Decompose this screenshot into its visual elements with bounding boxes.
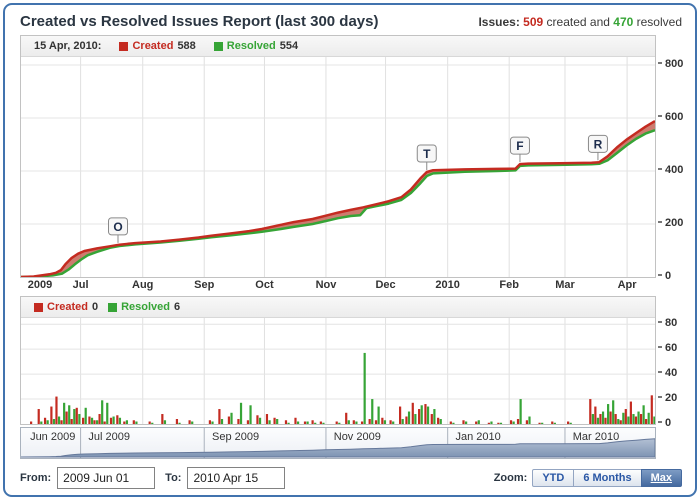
cumulative-legend: 15 Apr, 2010: Created 588 Resolved 554 (21, 36, 655, 57)
x-tick-label: Nov (315, 279, 337, 291)
x-tick-label: Feb (499, 279, 519, 291)
navigator-label: Mar 2010 (573, 431, 619, 443)
report-frame: Created vs Resolved Issues Report (last … (3, 3, 697, 497)
flag-T[interactable]: T (416, 144, 437, 171)
report-title: Created vs Resolved Issues Report (last … (20, 13, 379, 30)
daily-chart-box: Created 0 Resolved 6 (20, 296, 656, 425)
x-tick-label: Apr (617, 279, 637, 291)
flag-O[interactable]: O (108, 217, 129, 243)
resolved-legend-value: 6 (174, 301, 181, 313)
to-date-input[interactable] (187, 467, 286, 489)
svg-text:R: R (594, 137, 603, 151)
navigator-label: Sep 2009 (212, 431, 259, 443)
daily-plot[interactable] (21, 318, 655, 424)
flag-F[interactable]: F (509, 136, 530, 163)
issues-label: Issues: (478, 15, 520, 29)
resolved-swatch-icon (108, 302, 118, 312)
legend-date: 15 Apr, 2010: (34, 40, 102, 52)
zoom-controls: Zoom: YTD 6 Months Max (494, 469, 682, 487)
x-tick-label: Oct (255, 279, 274, 291)
issues-resolved-suffix: resolved (636, 15, 682, 29)
date-range-controls: From: To: (20, 467, 295, 489)
created-legend-label: Created (47, 301, 88, 313)
svg-text:O: O (113, 220, 122, 234)
x-tick-label: Sep (194, 279, 215, 291)
resolved-line (21, 129, 655, 277)
created-legend-label: Created (132, 40, 174, 52)
navigator-svg[interactable]: Jun 2009 Jul 2009 Sep 2009 Nov 2009 Jan 2010… (21, 428, 655, 458)
created-swatch-icon (34, 302, 43, 312)
report-header: Created vs Resolved Issues Report (last … (14, 11, 686, 35)
x-tick-label: Mar (555, 279, 575, 291)
y-tick-label: 200 (658, 217, 683, 229)
issues-created-count: 509 (523, 15, 544, 29)
cumulative-x-axis: 2009 Jul Aug Sep Oct Nov Dec 2010 Feb Mar Apr (20, 278, 656, 294)
y-tick-label: 0 (658, 417, 671, 429)
cumulative-chart-svg[interactable]: O T F R (21, 57, 655, 277)
navigator-label: Jun 2009 (30, 431, 75, 443)
navigator-label: Jan 2010 (455, 431, 500, 443)
created-swatch-icon (119, 41, 129, 51)
svg-text:F: F (516, 139, 523, 153)
x-tick-label: 2010 (435, 279, 460, 291)
from-label: From: (20, 472, 52, 484)
between-area (21, 121, 655, 277)
x-tick-label: Jul (72, 279, 89, 291)
from-date-input[interactable] (57, 467, 156, 489)
created-line (21, 120, 655, 277)
y-tick-label: 800 (658, 58, 683, 70)
footer-controls: From: To: Zoom: YTD 6 Months Max (20, 467, 684, 489)
issues-summary: Issues: 509 created and 470 resolved (478, 15, 682, 29)
y-tick-label: 60 (658, 342, 677, 354)
y-tick-label: 600 (658, 111, 683, 123)
x-tick-label: 2009 (27, 279, 53, 291)
resolved-legend-label: Resolved (121, 301, 171, 313)
resolved-swatch-icon (213, 41, 223, 51)
daily-chart-section: Created 0 Resolved 6 0 20 40 60 80 (20, 296, 686, 429)
created-legend-value: 588 (177, 40, 196, 52)
daily-bars (30, 352, 655, 424)
navigator-label: Nov 2009 (334, 431, 381, 443)
zoom-6months-button[interactable]: 6 Months (573, 469, 642, 487)
y-tick-label: 20 (658, 392, 677, 404)
cumulative-plot[interactable]: O T F R (21, 57, 655, 277)
cumulative-chart-section: 15 Apr, 2010: Created 588 Resolved 554 O… (20, 35, 686, 282)
daily-chart-svg[interactable] (21, 318, 655, 424)
y-tick-label: 0 (658, 270, 671, 282)
resolved-legend-value: 554 (279, 40, 299, 52)
cumulative-y-axis: 0 200 400 600 800 (658, 35, 700, 282)
x-tick-label: Dec (375, 279, 396, 291)
zoom-label: Zoom: (493, 472, 528, 484)
cumulative-chart-box: 15 Apr, 2010: Created 588 Resolved 554 O… (20, 35, 656, 278)
y-tick-label: 40 (658, 367, 677, 379)
y-tick-label: 80 (658, 317, 677, 329)
daily-legend: Created 0 Resolved 6 (21, 297, 655, 318)
y-tick-label: 400 (658, 164, 683, 176)
issues-created-suffix: created and (546, 15, 610, 29)
svg-text:T: T (423, 147, 431, 161)
issues-resolved-count: 470 (613, 15, 634, 29)
range-navigator[interactable]: Jun 2009 Jul 2009 Sep 2009 Nov 2009 Jan 2010… (20, 427, 656, 459)
created-legend-value: 0 (91, 301, 99, 313)
daily-y-axis: 0 20 40 60 80 (658, 296, 700, 429)
navigator-label: Jul 2009 (88, 431, 130, 443)
resolved-legend-label: Resolved (226, 40, 276, 52)
to-label: To: (165, 472, 182, 484)
zoom-ytd-button[interactable]: YTD (532, 469, 575, 487)
x-tick-label: Aug (132, 279, 154, 291)
zoom-max-button[interactable]: Max (640, 469, 682, 487)
flag-R[interactable]: R (587, 134, 608, 161)
